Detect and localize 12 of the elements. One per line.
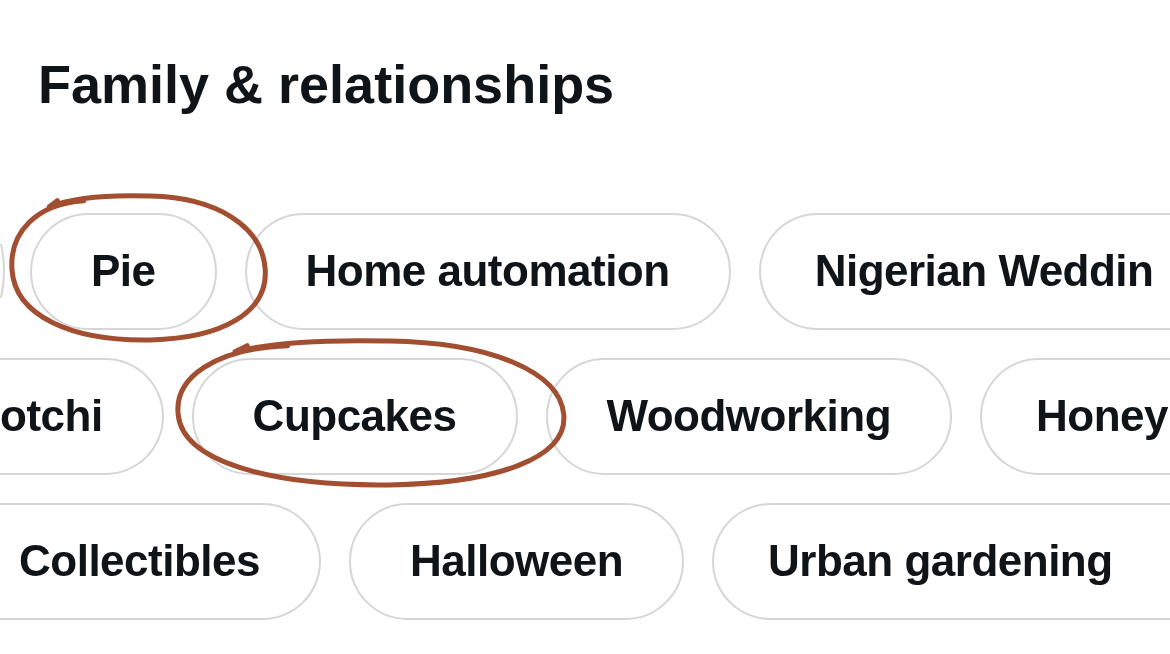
topic-chip[interactable]: Cupcakes <box>191 357 518 475</box>
topic-chip[interactable]: Pie <box>30 212 217 330</box>
topic-chip[interactable]: Nigerian Weddin <box>758 212 1170 330</box>
topic-chip[interactable]: Home automation <box>244 212 731 330</box>
topic-chip[interactable]: Collectibles <box>0 502 321 620</box>
topic-chip[interactable]: Honey <box>980 357 1170 475</box>
topic-chip[interactable]: otchi <box>0 357 164 475</box>
topic-chip[interactable]: Woodworking <box>545 357 953 475</box>
section-heading: Family & relationships <box>38 53 615 116</box>
topic-chip[interactable]: Halloween <box>348 502 685 620</box>
topic-chip[interactable]: Urban gardening <box>712 502 1170 620</box>
chip-edge <box>0 243 6 300</box>
